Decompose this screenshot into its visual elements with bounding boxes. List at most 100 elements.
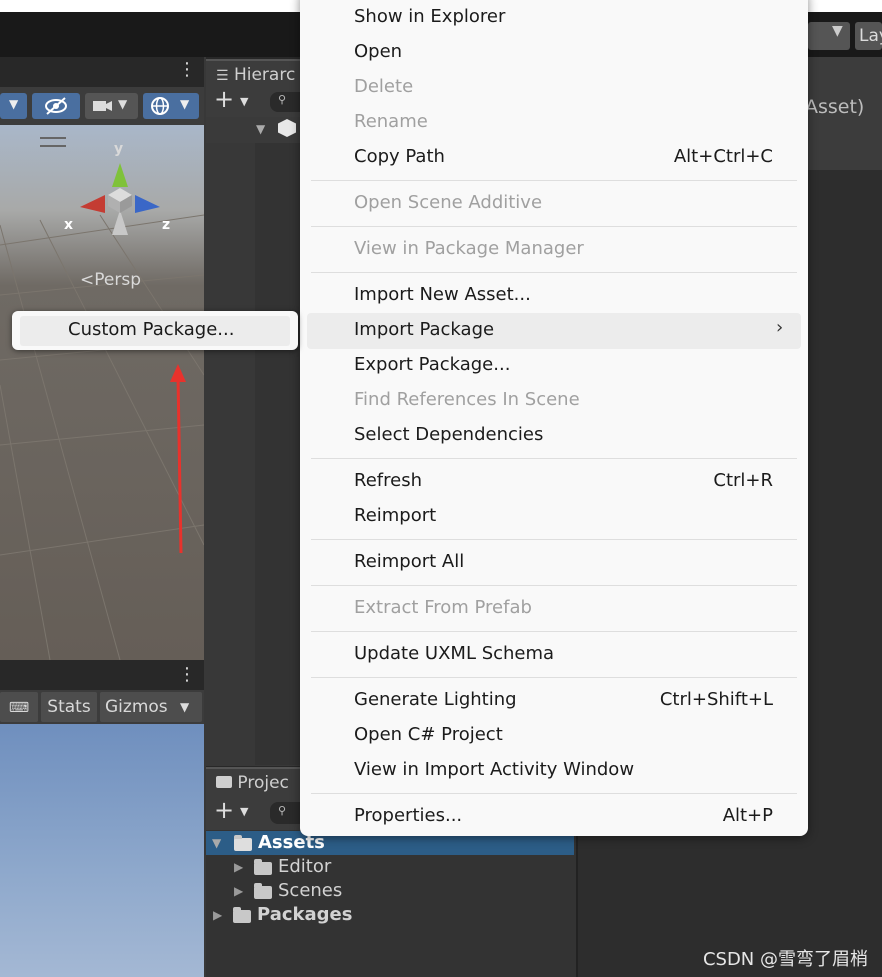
menu-item-export-package[interactable]: Export Package...: [354, 354, 510, 376]
projection-label[interactable]: <Persp: [80, 270, 141, 290]
chevron-down-icon: ▼: [240, 95, 249, 108]
draw-mode-dropdown[interactable]: ▼: [0, 93, 27, 119]
tree-item-editor[interactable]: ▶ Editor: [206, 855, 574, 879]
menu-separator: [311, 677, 797, 678]
import-package-submenu: Custom Package...: [12, 311, 298, 350]
menu-item-delete: Delete: [354, 76, 414, 97]
chevron-down-icon: ▼: [832, 23, 843, 39]
tab-project[interactable]: Projec: [206, 767, 300, 798]
game-tab-bar: ⋮: [0, 660, 204, 690]
more-options-icon[interactable]: ⋮: [178, 664, 196, 685]
folder-icon: [254, 859, 272, 875]
tree-item-label: Scenes: [278, 880, 343, 901]
menu-item-update-uxml-schema[interactable]: Update UXML Schema: [354, 643, 554, 665]
tree-item-packages[interactable]: ▶ Packages: [206, 903, 574, 927]
gizmos-toggle-button[interactable]: ▼: [143, 93, 199, 119]
tree-item-label: Editor: [278, 856, 332, 877]
stats-button[interactable]: Stats: [41, 692, 97, 722]
game-viewport[interactable]: [0, 724, 204, 977]
menu-item-generate-lighting[interactable]: Generate Lighting: [354, 689, 517, 711]
gizmos-label: Gizmos: [105, 697, 168, 717]
tab-hierarchy-label: Hierarc: [233, 65, 296, 85]
gizmo-axis-y-label: y: [114, 141, 124, 157]
chevron-down-icon: ▼: [118, 97, 128, 111]
project-search-input[interactable]: ⚲: [270, 802, 300, 824]
menu-separator: [311, 226, 797, 227]
perspective-icon: <: [80, 270, 95, 290]
toolbar-dropdown[interactable]: ▼: [808, 22, 850, 50]
menu-item-reimport[interactable]: Reimport: [354, 505, 436, 527]
hierarchy-search-input[interactable]: ⚲: [270, 92, 300, 112]
menu-item-view-in-package-manager: View in Package Manager: [354, 238, 584, 259]
add-icon[interactable]: +: [214, 85, 234, 113]
menu-item-copy-path[interactable]: Copy Path: [354, 146, 445, 168]
expand-triangle-icon: ▼: [212, 836, 222, 850]
camera-settings-button[interactable]: ▼: [85, 93, 138, 119]
chevron-down-icon: ▼: [180, 97, 190, 111]
keyboard-icon: ⌨: [8, 700, 30, 716]
collapsed-triangle-icon: ▶: [234, 884, 244, 898]
menu-item-import-new-asset[interactable]: Import New Asset...: [354, 284, 531, 306]
annotation-arrow: [170, 364, 186, 554]
camera-icon: [93, 101, 112, 111]
menu-item-extract-from-prefab: Extract From Prefab: [354, 597, 532, 618]
menu-item-view-in-import-activity[interactable]: View in Import Activity Window: [354, 759, 634, 781]
scene-tab-bar: ⋮: [0, 57, 204, 87]
scene-row[interactable]: ▼: [206, 117, 300, 143]
chevron-right-icon: ›: [776, 317, 784, 338]
menu-item-refresh[interactable]: Refresh: [354, 470, 422, 492]
tree-item-label: Packages: [257, 904, 353, 925]
collapsed-triangle-icon: ▶: [213, 908, 223, 922]
menu-separator: [311, 458, 797, 459]
tab-project-label: Projec: [237, 773, 289, 793]
menu-item-select-dependencies[interactable]: Select Dependencies: [354, 424, 543, 446]
menu-item-rename: Rename: [354, 111, 428, 132]
menu-separator: [311, 180, 797, 181]
tree-item-scenes[interactable]: ▶ Scenes: [206, 879, 574, 903]
context-menu: Show in Explorer Open Delete Rename Copy…: [300, 0, 808, 836]
chevron-down-icon: ▼: [9, 97, 19, 111]
perspective-text: Persp: [94, 270, 141, 290]
project-tree: ▼ Assets ▶ Editor ▶ Scenes ▶ Packages: [206, 830, 576, 977]
inspector-asset-text: Asset): [805, 96, 865, 118]
submenu-item-custom-package[interactable]: Custom Package...: [68, 319, 234, 341]
eye-slash-icon: [45, 97, 67, 115]
menu-separator: [311, 272, 797, 273]
menu-separator: [311, 539, 797, 540]
add-icon[interactable]: +: [214, 796, 234, 824]
shortcut-properties: Alt+P: [722, 805, 773, 826]
keyboard-button[interactable]: ⌨: [0, 692, 38, 722]
folder-icon: [254, 883, 272, 899]
menu-separator: [311, 631, 797, 632]
unity-logo-icon: [278, 119, 296, 137]
scene-handle-icon[interactable]: [40, 137, 66, 147]
menu-item-properties[interactable]: Properties...: [354, 805, 462, 827]
menu-item-open[interactable]: Open: [354, 41, 402, 63]
stats-label: Stats: [47, 697, 91, 717]
menu-separator: [311, 585, 797, 586]
scene-visibility-button[interactable]: [32, 93, 80, 119]
folder-icon: [233, 907, 251, 923]
menu-item-reimport-all[interactable]: Reimport All: [354, 551, 464, 573]
scene-toolbar: ▼ ▼ ▼: [0, 87, 204, 125]
shortcut-generate-lighting: Ctrl+Shift+L: [659, 689, 773, 710]
chevron-down-icon: ▼: [180, 700, 190, 714]
search-icon: ⚲: [278, 93, 287, 106]
game-toolbar: ⌨ Stats Gizmos ▼: [0, 690, 204, 724]
hierarchy-toolbar: + ▼ ⚲: [206, 85, 300, 117]
menu-separator: [311, 793, 797, 794]
layers-dropdown[interactable]: Lay: [855, 22, 882, 50]
menu-item-import-package[interactable]: Import Package: [354, 319, 494, 341]
menu-item-show-in-explorer[interactable]: Show in Explorer: [354, 6, 505, 28]
gizmo-axis-x-label: x: [64, 217, 74, 233]
menu-item-find-references: Find References In Scene: [354, 389, 580, 410]
gizmo-axis-z-label: z: [162, 217, 171, 233]
gizmos-button[interactable]: Gizmos ▼: [100, 692, 202, 722]
more-options-icon[interactable]: ⋮: [178, 59, 196, 80]
folder-icon: [216, 776, 232, 788]
expand-triangle-icon: ▼: [256, 122, 266, 136]
folder-open-icon: [234, 835, 252, 851]
gizmo-globe-icon: [151, 97, 169, 115]
menu-item-open-csharp-project[interactable]: Open C# Project: [354, 724, 503, 746]
collapsed-triangle-icon: ▶: [234, 860, 244, 874]
